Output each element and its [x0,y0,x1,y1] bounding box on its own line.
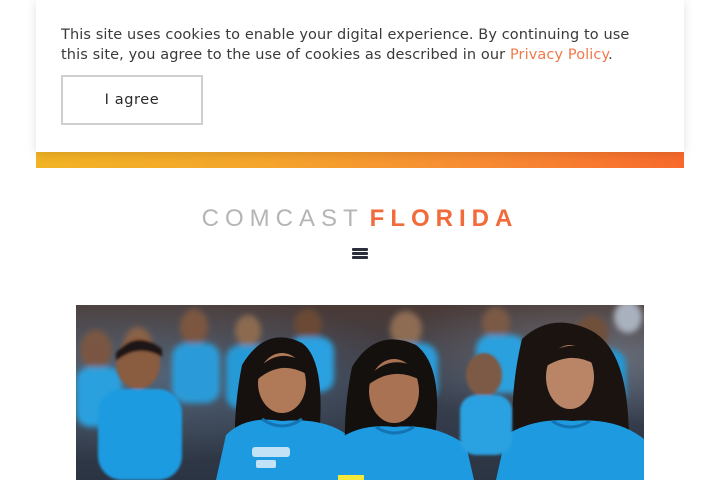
hero-photo-illustration [76,305,644,480]
page: This site uses cookies to enable your di… [0,0,720,480]
menu-line-2 [352,252,368,255]
hero-image [76,305,644,480]
privacy-policy-link[interactable]: Privacy Policy [510,47,608,63]
menu-line-3 [352,256,368,259]
cookie-banner: This site uses cookies to enable your di… [36,0,684,152]
gradient-accent-bar [36,152,684,168]
brand-comcast: COMCAST [201,205,364,232]
brand-region: FLORIDA [369,205,519,232]
hamburger-menu-icon[interactable] [351,246,369,260]
cookie-message-end: . [608,47,613,63]
menu-line-1 [352,248,368,251]
brand-logo[interactable]: COMCAST FLORIDA [0,203,720,235]
agree-button[interactable]: I agree [61,75,203,125]
cookie-message: This site uses cookies to enable your di… [61,25,651,65]
